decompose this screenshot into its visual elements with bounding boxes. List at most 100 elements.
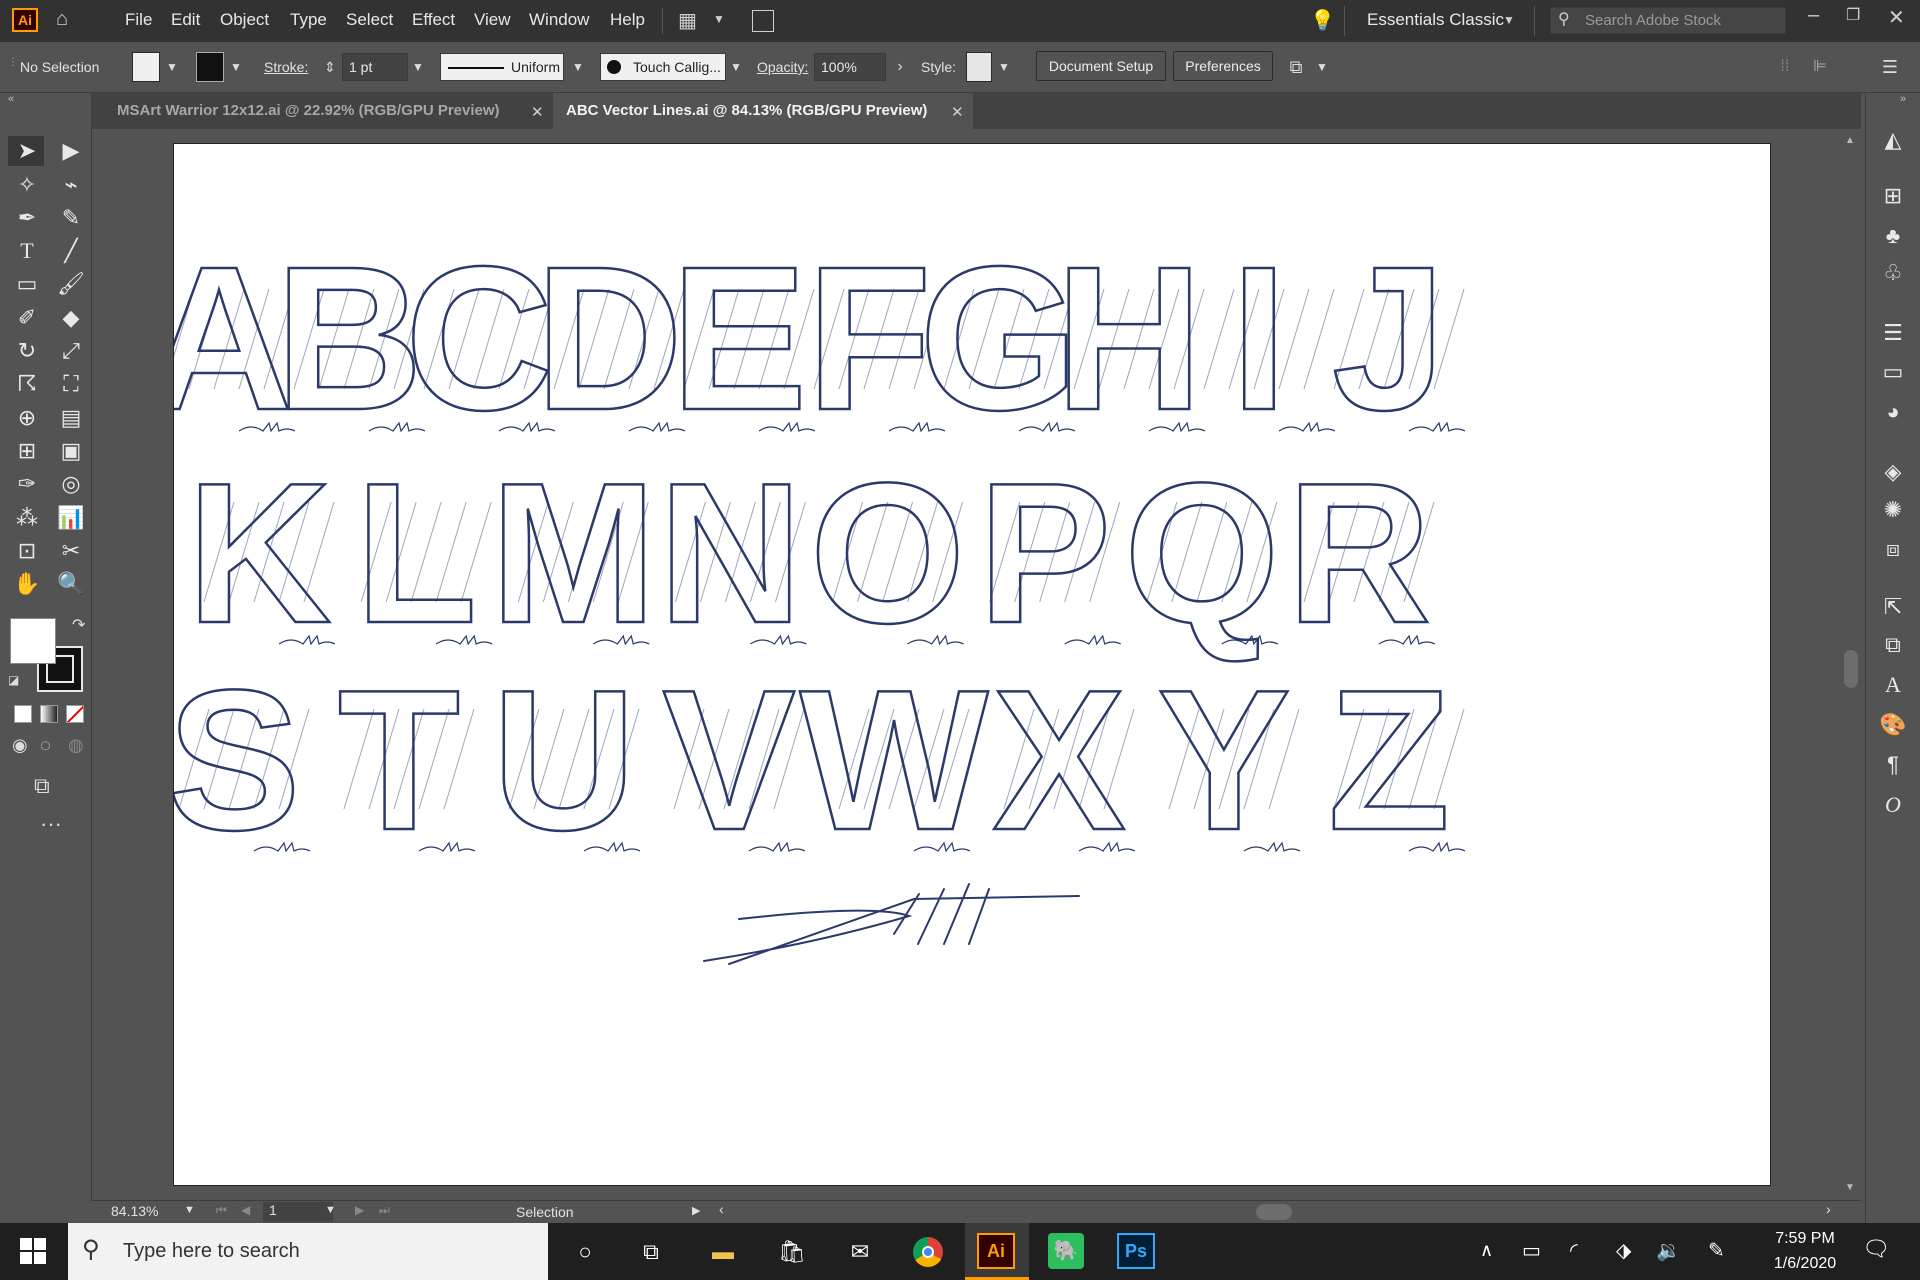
none-mode-icon[interactable] [66,705,84,723]
cortana-icon[interactable]: ○ [565,1232,605,1272]
transparency-panel-icon[interactable]: ◕ [1878,397,1908,427]
volume-icon[interactable]: 🔉 [1656,1238,1681,1263]
artboards-panel-icon[interactable]: ⧉ [1878,630,1908,660]
brushes-panel-icon[interactable]: ♧ [1878,258,1908,288]
last-artboard-icon[interactable]: ⏭ [379,1203,390,1218]
gradient-panel-icon[interactable]: ▭ [1878,357,1908,387]
opentype-panel-icon[interactable]: O [1878,790,1908,820]
menu-file[interactable]: File [125,10,152,30]
expand-panels-icon[interactable]: » [1900,93,1906,105]
chevron-down-icon[interactable]: ▼ [726,53,746,81]
vertical-scrollbar[interactable]: ▲ ▼ [1840,130,1862,1195]
taskbar-search-input[interactable]: Type here to search [68,1223,548,1280]
stroke-label[interactable]: Stroke: [264,59,308,75]
home-icon[interactable]: ⌂ [56,8,68,31]
close-icon[interactable]: ✕ [531,103,544,121]
menu-edit[interactable]: Edit [171,10,200,30]
screen-mode-icon[interactable]: ⧉ [34,773,50,799]
scroll-right-icon[interactable]: › [1826,1201,1831,1217]
paragraph-panel-icon[interactable]: ¶ [1878,750,1908,780]
rotate-tool-icon[interactable]: ↻ [12,336,42,366]
column-graph-tool-icon[interactable]: 📊 [56,503,86,533]
lasso-tool-icon[interactable]: ⌁ [56,170,86,200]
selection-tool-icon[interactable]: ➤ [12,136,42,166]
perspective-grid-tool-icon[interactable]: ▤ [56,403,86,433]
magic-wand-tool-icon[interactable]: ✧ [12,170,42,200]
artboard-number-field[interactable]: 1 [263,1202,333,1222]
color-mode-icon[interactable] [14,705,32,723]
chevron-down-icon[interactable]: ▼ [226,53,246,81]
chevron-down-icon[interactable]: ▼ [568,53,588,81]
windows-start-icon[interactable] [20,1238,46,1264]
hand-tool-icon[interactable]: ✋ [12,569,42,599]
menu-effect[interactable]: Effect [412,10,455,30]
first-artboard-icon[interactable]: ⏮ [216,1203,227,1218]
more-tools-icon[interactable]: ··· [40,811,62,837]
shaper-tool-icon[interactable]: ✐ [12,303,42,333]
draw-inside-icon[interactable]: ◍ [68,735,84,756]
store-icon[interactable]: 🛍 [772,1232,812,1272]
gpu-performance-icon[interactable] [752,10,774,32]
pen-tool-icon[interactable]: ✒ [12,203,42,233]
menu-object[interactable]: Object [220,10,269,30]
shape-builder-tool-icon[interactable]: ⊕ [12,403,42,433]
draw-behind-icon[interactable]: ◌ [40,735,51,756]
align-icon[interactable]: ⧉ [1286,53,1306,81]
clock-date[interactable]: 1/6/2020 [1765,1255,1845,1273]
opacity-label[interactable]: Opacity: [757,59,808,75]
panel-menu-icon[interactable]: ☰ [1880,53,1900,81]
chevron-down-icon[interactable]: ▼ [162,53,182,81]
layers-panel-icon[interactable]: ◈ [1878,457,1908,487]
menu-type[interactable]: Type [290,10,327,30]
close-icon[interactable]: ✕ [951,103,964,121]
scale-tool-icon[interactable]: ⤢ [56,336,86,366]
dock-grid-icon[interactable]: ⁞⁞ [1775,53,1795,81]
close-icon[interactable]: ✕ [1888,5,1905,30]
menu-select[interactable]: Select [346,10,393,30]
stroke-weight-field[interactable]: 1 pt [342,53,408,81]
document-setup-button[interactable]: Document Setup [1036,51,1166,81]
scroll-down-icon[interactable]: ▼ [1845,1182,1855,1193]
mesh-tool-icon[interactable]: ⊞ [12,436,42,466]
next-artboard-icon[interactable]: ▶ [355,1203,364,1217]
menu-view[interactable]: View [474,10,511,30]
chevron-right-icon[interactable]: › [890,53,910,81]
chrome-icon[interactable] [908,1232,948,1272]
warp-tool-icon[interactable]: ☈ [12,369,42,399]
tab-abc-vector-lines[interactable]: ABC Vector Lines.ai @ 84.13% (RGB/GPU Pr… [553,93,973,129]
horizontal-scroll-thumb[interactable] [1256,1204,1292,1220]
blend-tool-icon[interactable]: ◎ [56,469,86,499]
chevron-down-icon[interactable]: ▼ [408,53,428,81]
notifications-icon[interactable]: 🗨 [1862,1236,1890,1262]
chevron-down-icon[interactable]: ▼ [325,1204,336,1216]
status-menu-icon[interactable]: ▶ [692,1204,700,1217]
direct-selection-tool-icon[interactable]: ▶ [56,136,86,166]
opacity-field[interactable]: 100% [814,53,886,81]
line-tool-icon[interactable]: ╱ [56,236,86,266]
rectangle-tool-icon[interactable]: ▭ [12,269,42,299]
transform-icon[interactable]: ⊫ [1810,53,1830,81]
photoshop-taskbar-icon[interactable]: Ps [1117,1233,1155,1269]
chevron-down-icon[interactable]: ▼ [184,1204,195,1216]
chevron-down-icon[interactable]: ▼ [994,53,1014,81]
fill-color-swatch[interactable] [10,618,56,664]
lightbulb-icon[interactable]: 💡 [1310,8,1335,33]
search-adobe-stock-input[interactable]: Search Adobe Stock [1550,7,1786,34]
previous-artboard-icon[interactable]: ◀ [241,1203,250,1217]
file-explorer-icon[interactable]: ▬ [703,1232,743,1272]
appearance-panel-icon[interactable]: ✺ [1878,495,1908,525]
clock-time[interactable]: 7:59 PM [1765,1230,1845,1248]
illustrator-taskbar-icon[interactable]: Ai [977,1233,1015,1269]
collapse-icon[interactable]: « [8,93,14,105]
chevron-down-icon[interactable]: ▼ [713,12,725,26]
pen-menu-icon[interactable]: ✎ [1708,1238,1725,1263]
symbol-sprayer-tool-icon[interactable]: ⁂ [12,503,42,533]
slice-tool-icon[interactable]: ✂ [56,536,86,566]
asset-export-panel-icon[interactable]: ⧈ [1878,534,1908,564]
chevron-down-icon[interactable]: ▼ [1312,53,1332,81]
artboard[interactable]: ABCDEFGHIJKLMNOPQRSTUVWXYZ [144,143,1771,1186]
show-hidden-icons-icon[interactable]: ∧ [1480,1240,1493,1261]
free-transform-tool-icon[interactable]: ⛶ [56,369,86,399]
libraries-panel-icon[interactable]: ⊞ [1878,181,1908,211]
swap-colors-icon[interactable]: ↷ [72,615,85,635]
